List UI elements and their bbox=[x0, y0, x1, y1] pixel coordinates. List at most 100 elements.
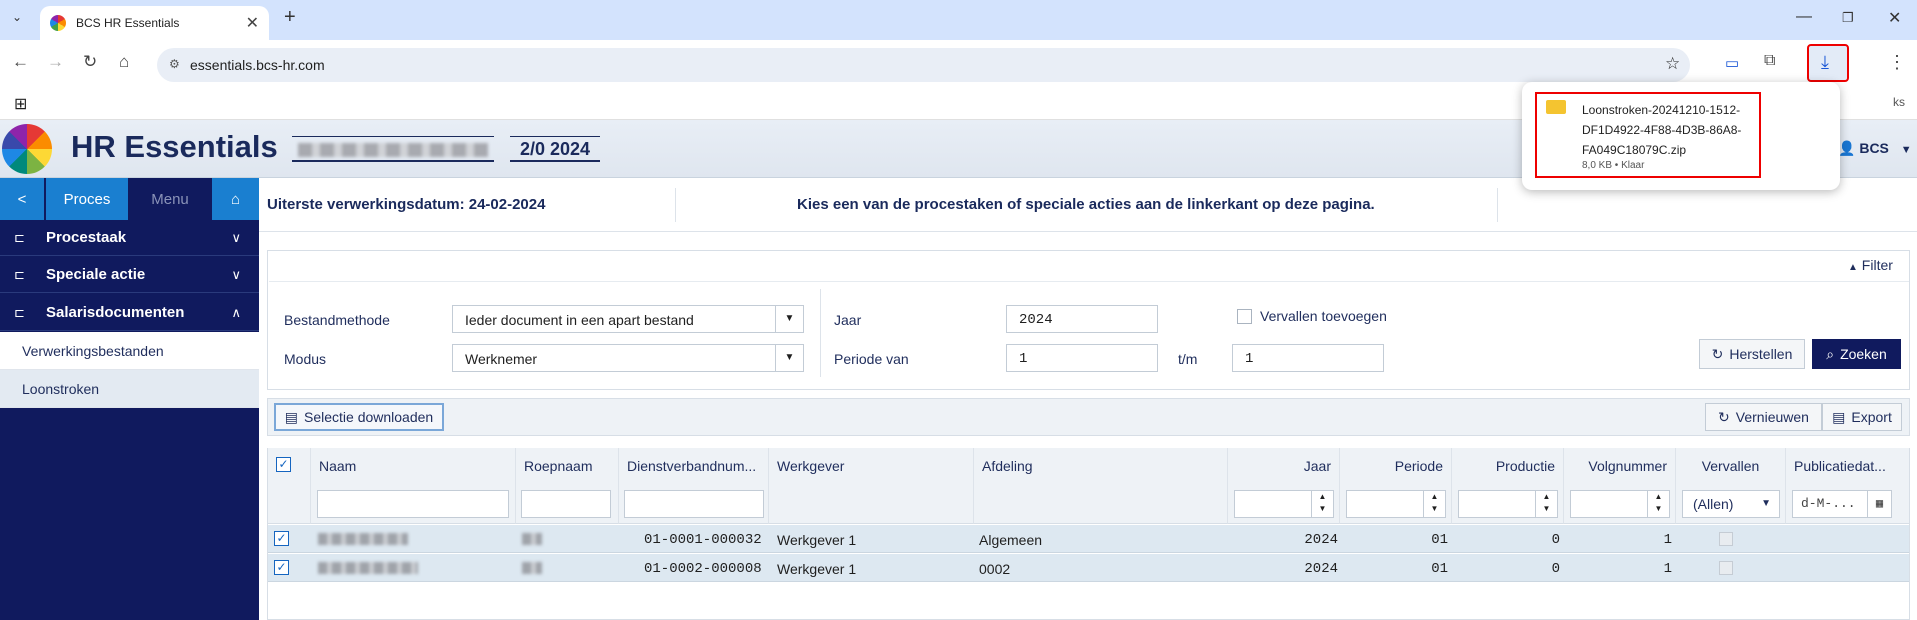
dienstverband-cell: 01-0002-000008 bbox=[644, 561, 762, 577]
column-header-naam[interactable]: Naam bbox=[311, 448, 516, 482]
sidebar-item-salarisdocumenten[interactable]: ⊏ Salarisdocumenten ∧ bbox=[0, 295, 259, 331]
vernieuwen-button[interactable]: ↻ Vernieuwen bbox=[1705, 403, 1822, 431]
filter-cell bbox=[268, 482, 311, 524]
calendar-icon[interactable]: ▦ bbox=[1867, 491, 1891, 517]
home-button[interactable]: ⌂ bbox=[212, 178, 259, 220]
tm-label: t/m bbox=[1178, 351, 1198, 367]
vervallen-toevoegen-checkbox[interactable] bbox=[1237, 309, 1252, 324]
row-checkbox[interactable]: ✓ bbox=[274, 531, 289, 546]
sidebar-subitem-verwerkingsbestanden[interactable]: Verwerkingsbestanden bbox=[0, 332, 259, 370]
productie-filter-input[interactable]: ▲ ▼ bbox=[1458, 490, 1558, 518]
vervallen-toevoegen-label: Vervallen toevoegen bbox=[1260, 308, 1387, 324]
volgnummer-filter-input[interactable]: ▲ ▼ bbox=[1570, 490, 1670, 518]
periode-van-label: Periode van bbox=[834, 351, 909, 367]
periode-filter-input[interactable]: ▲ ▼ bbox=[1346, 490, 1446, 518]
periode-tm-input[interactable]: 1 bbox=[1232, 344, 1384, 372]
sidebar-back-button[interactable]: < bbox=[0, 178, 44, 220]
jaar-input[interactable]: 2024 bbox=[1006, 305, 1158, 333]
volgnummer-cell: 1 bbox=[1663, 532, 1672, 548]
filter-toggle[interactable]: ▲ Filter bbox=[1848, 257, 1893, 273]
filename-line: FA049C18079C.zip bbox=[1582, 143, 1687, 157]
naam-filter-input[interactable] bbox=[317, 490, 509, 518]
column-header-publicatiedatum[interactable]: Publicatiedat... bbox=[1786, 448, 1909, 482]
close-window-icon[interactable]: ✕ bbox=[1888, 8, 1901, 28]
table-row[interactable]: ✓ 01-0001-000032 Werkgever 1 Algemeen 20… bbox=[268, 525, 1909, 553]
button-label: Vernieuwen bbox=[1735, 409, 1809, 425]
periode-van-input[interactable]: 1 bbox=[1006, 344, 1158, 372]
filter-cell bbox=[769, 482, 974, 524]
column-header-jaar[interactable]: Jaar bbox=[1228, 448, 1340, 482]
site-info-icon[interactable]: ⚙ bbox=[169, 57, 180, 71]
back-icon[interactable]: ← bbox=[12, 52, 29, 72]
select-all-header: ✓ bbox=[268, 448, 311, 482]
reload-icon[interactable]: ↻ bbox=[83, 52, 97, 72]
column-header-afdeling[interactable]: Afdeling bbox=[974, 448, 1228, 482]
column-header-volgnummer[interactable]: Volgnummer bbox=[1564, 448, 1676, 482]
spinner-icon[interactable]: ▲ ▼ bbox=[1647, 491, 1669, 517]
bestandmethode-select[interactable]: Ieder document in een apart bestand ▼ bbox=[452, 305, 804, 333]
folder-tree-icon: ⊏ bbox=[14, 304, 25, 320]
afdeling-cell: 0002 bbox=[979, 561, 1011, 577]
column-header-werkgever[interactable]: Werkgever bbox=[769, 448, 974, 482]
column-header-dienstverband[interactable]: Dienstverbandnum... bbox=[619, 448, 769, 482]
roepnaam-filter-input[interactable] bbox=[521, 490, 611, 518]
herstellen-button[interactable]: ↻ Herstellen bbox=[1699, 339, 1805, 369]
export-button[interactable]: ▤ Export bbox=[1822, 403, 1902, 431]
bookmark-star-icon[interactable]: ☆ bbox=[1665, 54, 1680, 74]
jaar-filter-input[interactable]: ▲ ▼ bbox=[1234, 490, 1334, 518]
downloads-button[interactable]: ⤓ bbox=[1807, 44, 1849, 82]
filter-cell: ▲ ▼ bbox=[1452, 482, 1564, 524]
dienstverband-filter-input[interactable] bbox=[624, 490, 764, 518]
sidebar-item-procestaak[interactable]: ⊏ Procestaak ∨ bbox=[0, 220, 259, 256]
column-header-vervallen[interactable]: Vervallen bbox=[1676, 448, 1786, 482]
modus-select[interactable]: Werknemer ▼ bbox=[452, 344, 804, 372]
sidebar-subitem-loonstroken[interactable]: Loonstroken bbox=[0, 370, 259, 408]
button-label: Export bbox=[1851, 409, 1892, 425]
row-checkbox[interactable]: ✓ bbox=[274, 560, 289, 575]
spinner-icon[interactable]: ▲ ▼ bbox=[1311, 491, 1333, 517]
publicatiedatum-filter-input[interactable]: d-M-... ▦ bbox=[1792, 490, 1892, 518]
omnibox[interactable]: ⚙ essentials.bcs-hr.com ☆ bbox=[157, 48, 1690, 82]
chevron-down-icon: ▼ bbox=[775, 345, 803, 371]
bookmarks-overflow[interactable]: ks bbox=[1893, 95, 1905, 109]
chevron-down-icon: ∨ bbox=[231, 229, 241, 245]
divider bbox=[1497, 188, 1498, 222]
filename-line: Loonstroken-20241210-1512- bbox=[1582, 103, 1741, 117]
table-row[interactable]: ✓ 01-0002-000008 Werkgever 1 0002 2024 0… bbox=[268, 554, 1909, 582]
naam-redacted bbox=[318, 562, 418, 574]
tab-proces[interactable]: Proces bbox=[46, 178, 128, 220]
tab-search-icon[interactable]: ⌄ bbox=[12, 10, 22, 24]
select-all-checkbox[interactable]: ✓ bbox=[276, 457, 291, 472]
zoeken-button[interactable]: ⌕ Zoeken bbox=[1812, 339, 1901, 369]
selectie-downloaden-button[interactable]: ▤ Selectie downloaden bbox=[274, 403, 444, 431]
browser-tab[interactable]: BCS HR Essentials ✕ bbox=[40, 6, 269, 40]
sidebar-item-speciale-actie[interactable]: ⊏ Speciale actie ∨ bbox=[0, 257, 259, 293]
home-icon[interactable]: ⌂ bbox=[119, 52, 129, 72]
filter-cell bbox=[619, 482, 769, 524]
user-icon: 👤 bbox=[1838, 140, 1856, 156]
filter-cell bbox=[311, 482, 516, 524]
spinner-icon[interactable]: ▲ ▼ bbox=[1535, 491, 1557, 517]
select-value: Ieder document in een apart bestand bbox=[465, 312, 694, 328]
tab-title: BCS HR Essentials bbox=[76, 16, 180, 30]
productie-cell: 0 bbox=[1551, 532, 1560, 548]
tab-menu[interactable]: Menu bbox=[128, 178, 212, 220]
column-header-productie[interactable]: Productie bbox=[1452, 448, 1564, 482]
column-header-roepnaam[interactable]: Roepnaam bbox=[516, 448, 619, 482]
column-header-periode[interactable]: Periode bbox=[1340, 448, 1452, 482]
close-tab-icon[interactable]: ✕ bbox=[246, 13, 259, 33]
url-text: essentials.bcs-hr.com bbox=[190, 57, 325, 73]
apps-grid-icon[interactable]: ⊞ bbox=[14, 94, 27, 114]
extensions-icon[interactable]: ⧉ bbox=[1764, 52, 1775, 70]
cast-icon[interactable]: ▭ bbox=[1725, 54, 1739, 72]
minimize-icon[interactable]: — bbox=[1796, 8, 1812, 26]
filter-cell: ▲ ▼ bbox=[1228, 482, 1340, 524]
vervallen-filter-select[interactable]: (Allen) ▼ bbox=[1682, 490, 1780, 518]
user-name: BCS bbox=[1859, 140, 1889, 156]
user-menu[interactable]: 👤 BCS ▼ bbox=[1838, 140, 1912, 157]
spinner-icon[interactable]: ▲ ▼ bbox=[1423, 491, 1445, 517]
restore-icon[interactable]: ❐ bbox=[1842, 10, 1854, 26]
browser-menu-icon[interactable]: ⋮ bbox=[1888, 52, 1906, 73]
download-item[interactable]: Loonstroken-20241210-1512- DF1D4922-4F88… bbox=[1535, 92, 1761, 178]
new-tab-button[interactable]: + bbox=[284, 6, 296, 29]
